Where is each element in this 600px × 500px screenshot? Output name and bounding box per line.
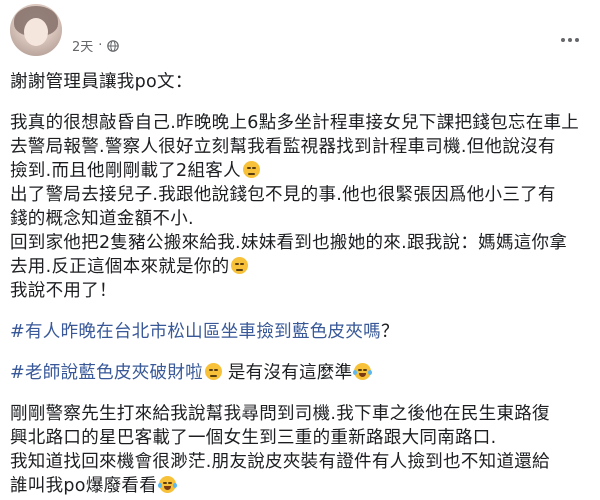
post-line: 回到家他把2隻豬公搬來給我.妹妹看到也搬她的來.跟我說：媽媽這你拿: [10, 233, 568, 253]
more-options-icon[interactable]: [556, 30, 584, 50]
post-line-hashtag-1: #有人昨晚在台北市松山區坐車撿到藍色皮夾嗎？: [10, 322, 399, 342]
sad-face-emoji: [231, 257, 249, 274]
post-timestamp[interactable]: 2天: [72, 36, 93, 55]
post-line: 錢的概念知道金額不小.: [10, 209, 194, 229]
post-line: 我知道找回來機會很渺茫.朋友說皮夾裝有證件有人撿到也不知道還給: [10, 452, 550, 472]
tears-of-joy-emoji: [353, 363, 373, 380]
post-body: 謝謝管理員讓我po文： 我真的很想敲昏自己.昨晚晚上6點多坐計程車接女兒下課把錢…: [10, 70, 595, 498]
post-line: 剛剛警察先生打來給我說幫我尋問到司機.我下車之後他在民生東路復: [10, 404, 550, 424]
hashtag-link[interactable]: #老師說藍色皮夾破財啦: [10, 363, 203, 383]
post-line: 我說不用了！: [10, 281, 117, 301]
post-line: 誰叫我po爆廢看看: [10, 474, 595, 498]
post-line-greeting: 謝謝管理員讓我po文：: [10, 72, 193, 92]
globe-icon: [107, 39, 120, 52]
avatar[interactable]: [10, 4, 62, 56]
post-meta: 2天 ·: [72, 36, 120, 55]
sad-face-emoji: [204, 363, 222, 380]
meta-separator: ·: [98, 38, 103, 53]
post-line: 去用.反正這個本來就是你的: [10, 255, 595, 279]
tears-of-joy-emoji: [158, 476, 178, 493]
post-line: 撿到.而且他剛剛載了2組客人: [10, 159, 595, 183]
post-line-hashtag-2: #老師說藍色皮夾破財啦 是有沒有這麼準: [10, 361, 595, 385]
post-line: 我真的很想敲昏自己.昨晚晚上6點多坐計程車接女兒下課把錢包忘在車上: [10, 113, 580, 133]
sad-face-emoji: [242, 161, 260, 178]
post-line: 去警局報警.警察人很好立刻幫我看監視器找到計程車司機.但他說沒有: [10, 137, 556, 157]
post-header: 2天 ·: [0, 0, 600, 70]
post-line: 出了警局去接兒子.我跟他說錢包不見的事.他也很緊張因爲他小三了有: [10, 185, 556, 205]
post-line: 興北路口的星巴客載了一個女生到三重的重新路跟大同南路口.: [10, 428, 497, 448]
hashtag-link[interactable]: #有人昨晚在台北市松山區坐車撿到藍色皮夾嗎: [10, 322, 381, 342]
